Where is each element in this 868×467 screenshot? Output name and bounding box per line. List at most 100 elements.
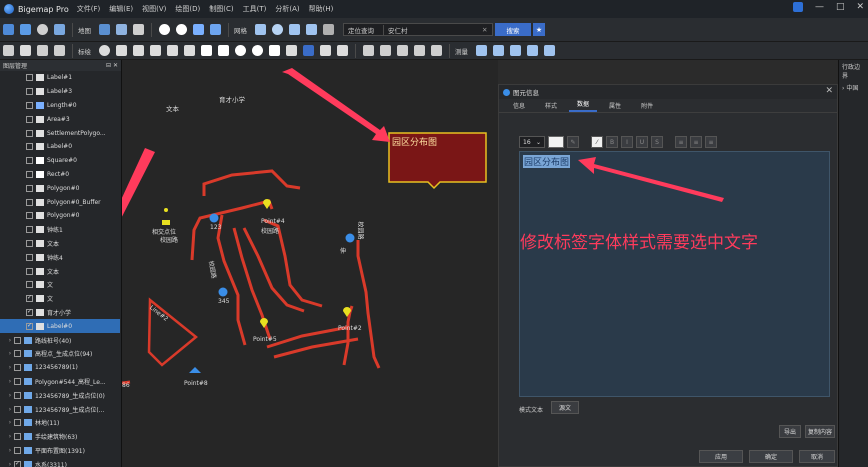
copy-icon[interactable] [414, 45, 425, 56]
layer-checkbox[interactable] [26, 322, 33, 330]
layer-item[interactable]: Area#3 [0, 112, 120, 126]
grid-label[interactable]: 网格 [234, 25, 247, 35]
cut-icon[interactable] [397, 45, 408, 56]
layer-item[interactable]: 钟练4 [0, 250, 120, 264]
measure-angle-icon[interactable] [544, 45, 555, 56]
map-label-wenben[interactable]: 文本 [166, 103, 179, 113]
underline-icon[interactable]: U [636, 136, 648, 148]
layer-item[interactable]: › 林地(11) [0, 416, 120, 430]
layer-checkbox[interactable] [14, 377, 21, 385]
layer-item[interactable]: › Polygon#544_高程_Le... [0, 375, 120, 389]
settings-icon[interactable] [37, 24, 48, 35]
map-label-123[interactable]: 123 [210, 224, 221, 231]
layout-icon[interactable] [306, 24, 317, 35]
copy-content-button[interactable]: 复制内容 [805, 425, 835, 438]
pentagon-icon[interactable] [218, 45, 229, 56]
menu-draw[interactable]: 绘图(D) [175, 4, 200, 14]
plot-label[interactable]: 标绘 [78, 46, 91, 56]
ellipse-icon[interactable] [252, 45, 263, 56]
erase-icon[interactable] [54, 45, 65, 56]
tag-icon[interactable] [184, 45, 195, 56]
layer-checkbox[interactable] [26, 212, 33, 220]
layer-checkbox[interactable] [14, 336, 21, 344]
layer-checkbox[interactable] [26, 253, 33, 261]
align-left-icon[interactable]: ≡ [675, 136, 687, 148]
chart-dropdown-icon[interactable] [133, 24, 144, 35]
rect-line-icon[interactable] [167, 45, 178, 56]
map-label-xiaoyuan4[interactable]: 校园路 [357, 221, 366, 239]
marker-icon[interactable] [99, 45, 110, 56]
menu-edit[interactable]: 编辑(E) [109, 4, 133, 14]
layer-checkbox[interactable] [26, 239, 33, 247]
layer-checkbox[interactable] [26, 308, 33, 316]
close-button[interactable]: ✕ [856, 2, 864, 12]
layer-item[interactable]: Polygon#0_Buffer [0, 195, 120, 209]
layer-checkbox[interactable] [14, 391, 21, 399]
layer-item[interactable]: 文 [0, 292, 120, 306]
maximize-button[interactable]: □ [836, 2, 845, 12]
font-size-select[interactable]: 16 ⌄ [519, 136, 545, 148]
brush-icon[interactable] [323, 24, 334, 35]
map-label-xiaoyuan1[interactable]: 校园路 [160, 235, 178, 244]
layer-item[interactable]: 育才小学 [0, 306, 120, 320]
layer-checkbox[interactable] [26, 267, 33, 275]
hand-icon[interactable] [3, 45, 14, 56]
zoom-in-icon[interactable] [159, 24, 170, 35]
fullscreen-icon[interactable] [210, 24, 221, 35]
window-icon[interactable] [54, 24, 65, 35]
layer-item[interactable]: Polygon#0 [0, 181, 120, 195]
map-label-xiaoyuan2[interactable]: 校园路 [261, 226, 279, 235]
layer-checkbox[interactable] [14, 419, 21, 427]
search-type-select[interactable]: 定位查询 [344, 24, 384, 35]
expand-arrow-icon[interactable]: › [6, 461, 14, 467]
text-tool-icon[interactable] [286, 45, 297, 56]
zoom-extent-icon[interactable] [193, 24, 204, 35]
measure-point-icon[interactable] [476, 45, 487, 56]
bold-icon[interactable]: B [606, 136, 618, 148]
layer-item[interactable]: SettlementPolygo... [0, 126, 120, 140]
account-icon[interactable] [792, 2, 803, 12]
search-button[interactable]: 搜索 [495, 23, 531, 36]
layer-item[interactable]: Rect#0 [0, 168, 120, 182]
expand-arrow-icon[interactable]: › [6, 378, 14, 385]
map-label-yucai[interactable]: 育才小学 [219, 94, 245, 104]
expand-arrow-icon[interactable]: › [6, 392, 14, 399]
expand-arrow-icon[interactable]: › [6, 364, 14, 371]
layer-item[interactable]: Label#0 [0, 319, 120, 334]
tile-icon[interactable] [116, 24, 127, 35]
curve-icon[interactable] [133, 45, 144, 56]
layer-checkbox[interactable] [14, 433, 21, 441]
map-canvas[interactable]: 文本 育才小学 相交点位 校园路 123 Point#4 校园路 校园路 校园路… [122, 60, 498, 467]
location-search[interactable]: 定位查询 安仁村 ✕ [343, 23, 493, 36]
font-color-swatch[interactable] [548, 136, 564, 148]
map-label-point4[interactable]: Point#4 [261, 218, 285, 225]
layer-checkbox[interactable] [26, 143, 33, 151]
measure-area-icon[interactable] [510, 45, 521, 56]
color-picker-icon[interactable]: ✎ [567, 136, 579, 148]
layer-item[interactable]: Label#3 [0, 85, 120, 99]
layer-checkbox[interactable] [26, 226, 33, 234]
measure-height-icon[interactable] [527, 45, 538, 56]
clear-icon[interactable]: ✕ [482, 26, 492, 34]
layer-checkbox[interactable] [26, 184, 33, 192]
tab-style[interactable]: 样式 [537, 99, 565, 112]
table-icon[interactable] [289, 24, 300, 35]
expand-arrow-icon[interactable]: › [6, 406, 14, 413]
eyedropper-icon[interactable]: ⁄ [591, 136, 603, 148]
layer-item[interactable]: Length#0 [0, 99, 120, 113]
layer-item[interactable]: 文 [0, 278, 120, 292]
redo-icon[interactable] [380, 45, 391, 56]
layer-item[interactable]: › 平面布置图(1391) [0, 444, 120, 458]
triangle-icon[interactable] [269, 45, 280, 56]
new-icon[interactable] [3, 24, 14, 35]
favorite-star-icon[interactable]: ★ [533, 23, 545, 36]
arrow-line-icon[interactable] [150, 45, 161, 56]
layer-item[interactable]: 钟练1 [0, 223, 120, 237]
layer-checkbox[interactable] [14, 350, 21, 358]
layer-checkbox[interactable] [26, 129, 33, 137]
map-layer-icon[interactable] [99, 24, 110, 35]
layer-item[interactable]: 文本 [0, 264, 120, 278]
arrow-tool-icon[interactable] [320, 45, 331, 56]
layer-item[interactable]: › 手绘建筑物(63) [0, 430, 120, 444]
layer-item[interactable]: › 123456789_生成点位(... [0, 402, 120, 416]
